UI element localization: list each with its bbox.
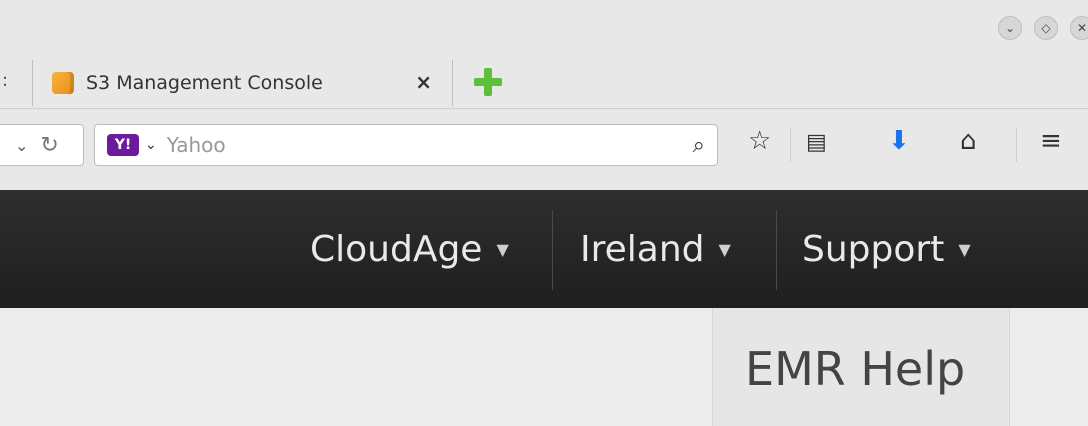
nav-divider: [552, 210, 553, 290]
toolbar-divider: [1016, 128, 1017, 162]
help-panel: EMR Help: [712, 308, 1010, 426]
search-bar[interactable]: Y! ⌄ ⌕: [94, 124, 718, 166]
tab-title: S3 Management Console: [86, 72, 323, 94]
minimize-button[interactable]: ⌄: [998, 16, 1022, 40]
nav-support-menu[interactable]: Support ▼: [802, 190, 971, 308]
nav-account-menu[interactable]: CloudAge ▼: [310, 190, 509, 308]
new-tab-button[interactable]: [474, 68, 502, 96]
close-icon: ✕: [1076, 21, 1088, 35]
toolbar-divider: [790, 128, 791, 162]
binoculars-icon[interactable]: ⌕: [693, 133, 705, 158]
nav-region-label: Ireland: [580, 228, 705, 270]
plus-icon-vertical: [484, 68, 492, 96]
navigation-toolbar: ⌄ ↻ Y! ⌄ ⌕ ☆ ▤ ⬇ ⌂ ≡: [0, 110, 1088, 190]
tab-bar: : S3 Management Console ×: [0, 52, 1088, 109]
window-controls: ⌄ ◇ ✕: [998, 16, 1088, 40]
url-bar-end[interactable]: ⌄ ↻: [0, 124, 84, 166]
yahoo-logo-icon[interactable]: Y!: [107, 134, 139, 156]
tab-divider: [452, 60, 453, 106]
history-dropdown-icon[interactable]: ⌄: [15, 136, 28, 155]
nav-divider: [776, 210, 777, 290]
tab-close-icon[interactable]: ×: [415, 70, 432, 94]
clipboard-icon[interactable]: ▤: [806, 130, 827, 155]
help-title: EMR Help: [745, 342, 966, 396]
bookmark-star-icon[interactable]: ☆: [748, 126, 771, 156]
aws-cube-icon: [52, 72, 74, 94]
caret-down-icon: ▼: [718, 239, 731, 259]
tab-s3-management-console[interactable]: S3 Management Console ×: [38, 58, 450, 108]
caret-down-icon: ▼: [958, 239, 971, 259]
nav-support-label: Support: [802, 228, 945, 270]
search-input[interactable]: [164, 132, 649, 158]
tab-divider: [32, 60, 33, 106]
browser-chrome: ⌄ ◇ ✕ : S3 Management Console × ⌄ ↻ Y! ⌄…: [0, 0, 1088, 190]
download-arrow-icon[interactable]: ⬇: [888, 126, 910, 156]
page-content: EMR Help: [0, 308, 1088, 426]
hamburger-menu-icon[interactable]: ≡: [1040, 126, 1062, 156]
search-engine-dropdown-icon[interactable]: ⌄: [145, 137, 157, 153]
toolbar-icons: ☆ ▤ ⬇ ⌂ ≡: [740, 126, 1088, 166]
nav-region-menu[interactable]: Ireland ▼: [580, 190, 731, 308]
diamond-icon: ◇: [1041, 21, 1051, 35]
close-window-button[interactable]: ✕: [1070, 16, 1088, 40]
home-icon[interactable]: ⌂: [960, 126, 977, 156]
caret-down-icon: ▼: [496, 239, 509, 259]
nav-account-label: CloudAge: [310, 228, 483, 270]
reload-icon[interactable]: ↻: [40, 133, 58, 158]
maximize-button[interactable]: ◇: [1034, 16, 1058, 40]
previous-tab[interactable]: :: [0, 68, 34, 108]
chevron-down-icon: ⌄: [1004, 21, 1016, 35]
aws-top-nav: CloudAge ▼ Ireland ▼ Support ▼: [0, 190, 1088, 308]
